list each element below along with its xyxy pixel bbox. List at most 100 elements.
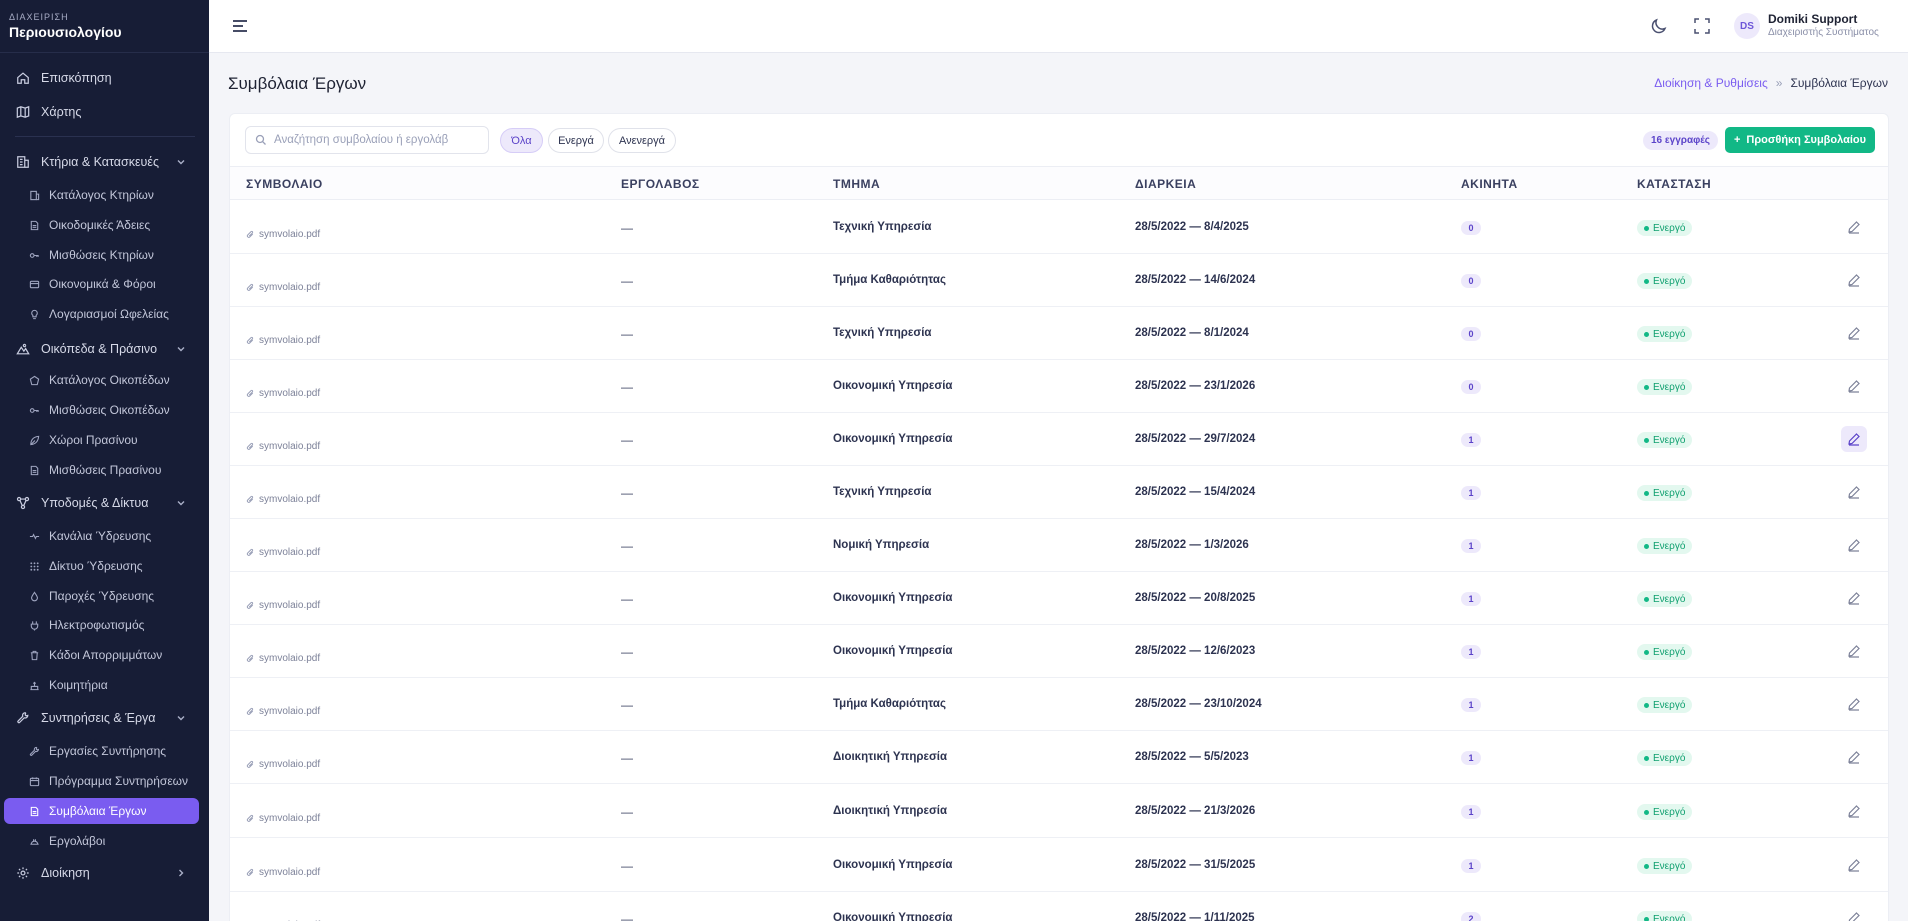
- sidebar-item-project-contracts[interactable]: Συμβόλαια Έργων: [4, 798, 199, 824]
- table-row[interactable]: symvolaio.pdf — Διοικητική Υπηρεσία 28/5/20…: [230, 731, 1888, 784]
- contract-file-link[interactable]: symvolaio.pdf: [246, 706, 320, 717]
- contract-file-link[interactable]: symvolaio.pdf: [246, 813, 320, 824]
- edit-icon[interactable]: [1847, 220, 1861, 234]
- edit-icon[interactable]: [1847, 804, 1861, 818]
- moon-icon[interactable]: [1649, 16, 1669, 36]
- table-row[interactable]: symvolaio.pdf — Τμήμα Καθαριότητας 28/5/202…: [230, 254, 1888, 307]
- table-row[interactable]: symvolaio.pdf—Οικονομική Υπηρεσία28/5/20…: [230, 360, 1888, 413]
- table-row[interactable]: symvolaio.pdf—Οικονομική Υπηρεσία28/5/20…: [230, 625, 1888, 678]
- sidebar-item-plot-leases[interactable]: Μισθώσεις Οικοπέδων: [0, 397, 209, 423]
- edit-icon[interactable]: [1847, 750, 1861, 764]
- column-header-contractor[interactable]: ΕΡΓΟΛΑΒΟΣ: [621, 177, 700, 191]
- sidebar-item-building-permits[interactable]: Οικοδομικές Άδειες: [0, 212, 209, 238]
- contractor-cell: —: [621, 698, 633, 712]
- sidebar-item-buildings-catalog[interactable]: Κατάλογος Κτηρίων: [0, 182, 209, 208]
- contract-file-link[interactable]: symvolaio.pdf: [246, 388, 320, 399]
- menu-icon[interactable]: [231, 17, 249, 35]
- contract-file-link[interactable]: symvolaio.pdf: [246, 759, 320, 770]
- user-name[interactable]: Domiki Support: [1768, 12, 1857, 26]
- avatar[interactable]: DS: [1734, 13, 1760, 39]
- sidebar-item-water-network[interactable]: Δίκτυο Ύδρευσης: [0, 553, 209, 579]
- sidebar-item-maintenance-tasks[interactable]: Εργασίες Συντήρησης: [0, 738, 209, 764]
- table-row[interactable]: symvolaio.pdf — Διοικητική Υπηρεσία 28/5/20…: [230, 785, 1888, 838]
- edit-icon[interactable]: [1847, 858, 1861, 872]
- column-header-status[interactable]: ΚΑΤΑΣΤΑΣΗ: [1637, 177, 1711, 191]
- search-box[interactable]: [245, 126, 489, 154]
- contract-file-link[interactable]: symvolaio.pdf: [246, 335, 320, 346]
- wrench-icon: [15, 710, 31, 726]
- table-row[interactable]: symvolaio.pdf — Τμήμα Καθαριότητας 28/5/202…: [230, 678, 1888, 731]
- sidebar-item-street-lighting[interactable]: Ηλεκτροφωτισμός: [0, 612, 209, 638]
- contract-file-link[interactable]: symvolaio.pdf: [246, 282, 320, 293]
- gear-icon: [15, 865, 31, 881]
- sidebar-group-maintenance[interactable]: Συντηρήσεις & Έργα: [0, 705, 209, 731]
- sidebar-item-cemeteries[interactable]: Κοιμητήρια: [0, 672, 209, 698]
- sidebar-group-infrastructure[interactable]: Υποδομές & Δίκτυα: [0, 490, 209, 516]
- column-header-contract[interactable]: ΣΥΜΒΟΛΑΙΟ: [246, 177, 323, 191]
- edit-icon[interactable]: [1847, 644, 1861, 658]
- edit-icon[interactable]: [1847, 379, 1861, 393]
- sidebar-item-maintenance-schedule[interactable]: Πρόγραμμα Συντηρήσεων: [0, 768, 209, 794]
- sidebar-group-buildings[interactable]: Κτήρια & Κατασκευές: [0, 149, 209, 175]
- filter-active-pill[interactable]: Ενεργά: [548, 128, 604, 153]
- sidebar-group-label: Διοίκηση: [41, 866, 90, 880]
- filter-inactive-pill[interactable]: Ανενεργά: [608, 128, 676, 153]
- contract-file-link[interactable]: symvolaio.pdf: [246, 600, 320, 611]
- breadcrumb-separator: »: [1775, 76, 1783, 90]
- sidebar-group-admin[interactable]: Διοίκηση: [0, 860, 209, 886]
- table-row[interactable]: symvolaio.pdf — Νομική Υπηρεσία 28/5/2022 —…: [230, 519, 1888, 572]
- edit-icon[interactable]: [1847, 485, 1861, 499]
- sidebar-item-finance-taxes[interactable]: Οικονομικά & Φόροι: [0, 271, 209, 297]
- sidebar-item-utility-bills[interactable]: Λογαριασμοί Ωφελείας: [0, 301, 209, 327]
- table-row[interactable]: symvolaio.pdf — Τεχνική Υπηρεσία 28/5/2022 …: [230, 307, 1888, 360]
- sidebar-item-water-channels[interactable]: Κανάλια Ύδρευσης: [0, 523, 209, 549]
- sidebar-item-building-leases[interactable]: Μισθώσεις Κτηρίων: [0, 242, 209, 268]
- duration-cell: 28/5/2022 — 1/3/2026: [1135, 539, 1249, 551]
- sidebar-item-map[interactable]: Χάρτης: [0, 99, 209, 125]
- table-row[interactable]: symvolaio.pdf — Τεχνική Υπηρεσία 28/5/2022 …: [230, 201, 1888, 254]
- edit-icon[interactable]: [1847, 591, 1861, 605]
- contract-file-link[interactable]: symvolaio.pdf: [246, 653, 320, 664]
- properties-count-badge: 1: [1461, 486, 1481, 500]
- fullscreen-icon[interactable]: [1692, 16, 1712, 36]
- status-badge: Ενεργό: [1637, 804, 1693, 820]
- status-dot: [1644, 384, 1649, 390]
- sidebar-item-plots-catalog[interactable]: Κατάλογος Οικοπέδων: [0, 367, 209, 393]
- edit-icon[interactable]: [1847, 273, 1861, 287]
- properties-count-badge: 2: [1461, 912, 1481, 921]
- table-row[interactable]: symvolaio.pdf—Οικονομική Υπηρεσία28/5/20…: [230, 892, 1888, 921]
- table-row[interactable]: symvolaio.pdf—Οικονομική Υπηρεσία28/5/20…: [230, 572, 1888, 625]
- search-input[interactable]: [274, 134, 474, 146]
- contract-file-link[interactable]: symvolaio.pdf: [246, 867, 320, 878]
- edit-icon[interactable]: [1847, 911, 1861, 921]
- edit-icon[interactable]: [1847, 326, 1861, 340]
- column-header-department[interactable]: ΤΜΗΜΑ: [833, 177, 880, 191]
- contract-file-link[interactable]: symvolaio.pdf: [246, 494, 320, 505]
- contract-file-link[interactable]: symvolaio.pdf: [246, 547, 320, 558]
- table-row[interactable]: symvolaio.pdf—Οικονομική Υπηρεσία28/5/20…: [230, 839, 1888, 892]
- add-contract-button[interactable]: + Προσθήκη Συμβολαίου: [1725, 127, 1875, 153]
- trash-icon: [28, 649, 41, 662]
- status-label: Ενεργό: [1653, 646, 1686, 658]
- sidebar-item-green-leases[interactable]: Μισθώσεις Πρασίνου: [0, 457, 209, 483]
- edit-icon[interactable]: [1841, 426, 1867, 452]
- column-header-properties[interactable]: ΑΚΙΝΗΤΑ: [1461, 177, 1518, 191]
- sidebar-item-green-spaces[interactable]: Χώροι Πρασίνου: [0, 427, 209, 453]
- properties-count-badge: 0: [1461, 380, 1481, 394]
- column-header-duration[interactable]: ΔΙΑΡΚΕΙΑ: [1135, 177, 1196, 191]
- table-row[interactable]: symvolaio.pdf—Οικονομική Υπηρεσία28/5/20…: [230, 413, 1888, 466]
- sidebar-item-overview[interactable]: Επισκόπηση: [0, 65, 209, 91]
- table-row[interactable]: symvolaio.pdf — Τεχνική Υπηρεσία 28/5/2022 …: [230, 466, 1888, 519]
- sidebar-item-water-supplies[interactable]: Παροχές Ύδρευσης: [0, 583, 209, 609]
- network-icon: [15, 495, 31, 511]
- sidebar-item-waste-bins[interactable]: Κάδοι Απορριμμάτων: [0, 642, 209, 668]
- filter-all-pill[interactable]: Όλα: [500, 128, 543, 153]
- contract-file-link[interactable]: symvolaio.pdf: [246, 441, 320, 452]
- edit-icon[interactable]: [1847, 538, 1861, 552]
- department-cell: Οικονομική Υπηρεσία: [833, 592, 953, 604]
- sidebar-item-contractors[interactable]: Εργολάβοι: [0, 828, 209, 854]
- breadcrumb-parent-link[interactable]: Διοίκηση & Ρυθμίσεις: [1654, 76, 1767, 90]
- sidebar-group-plots[interactable]: Οικόπεδα & Πράσινο: [0, 336, 209, 362]
- edit-icon[interactable]: [1847, 697, 1861, 711]
- contract-file-link[interactable]: symvolaio.pdf: [246, 229, 320, 240]
